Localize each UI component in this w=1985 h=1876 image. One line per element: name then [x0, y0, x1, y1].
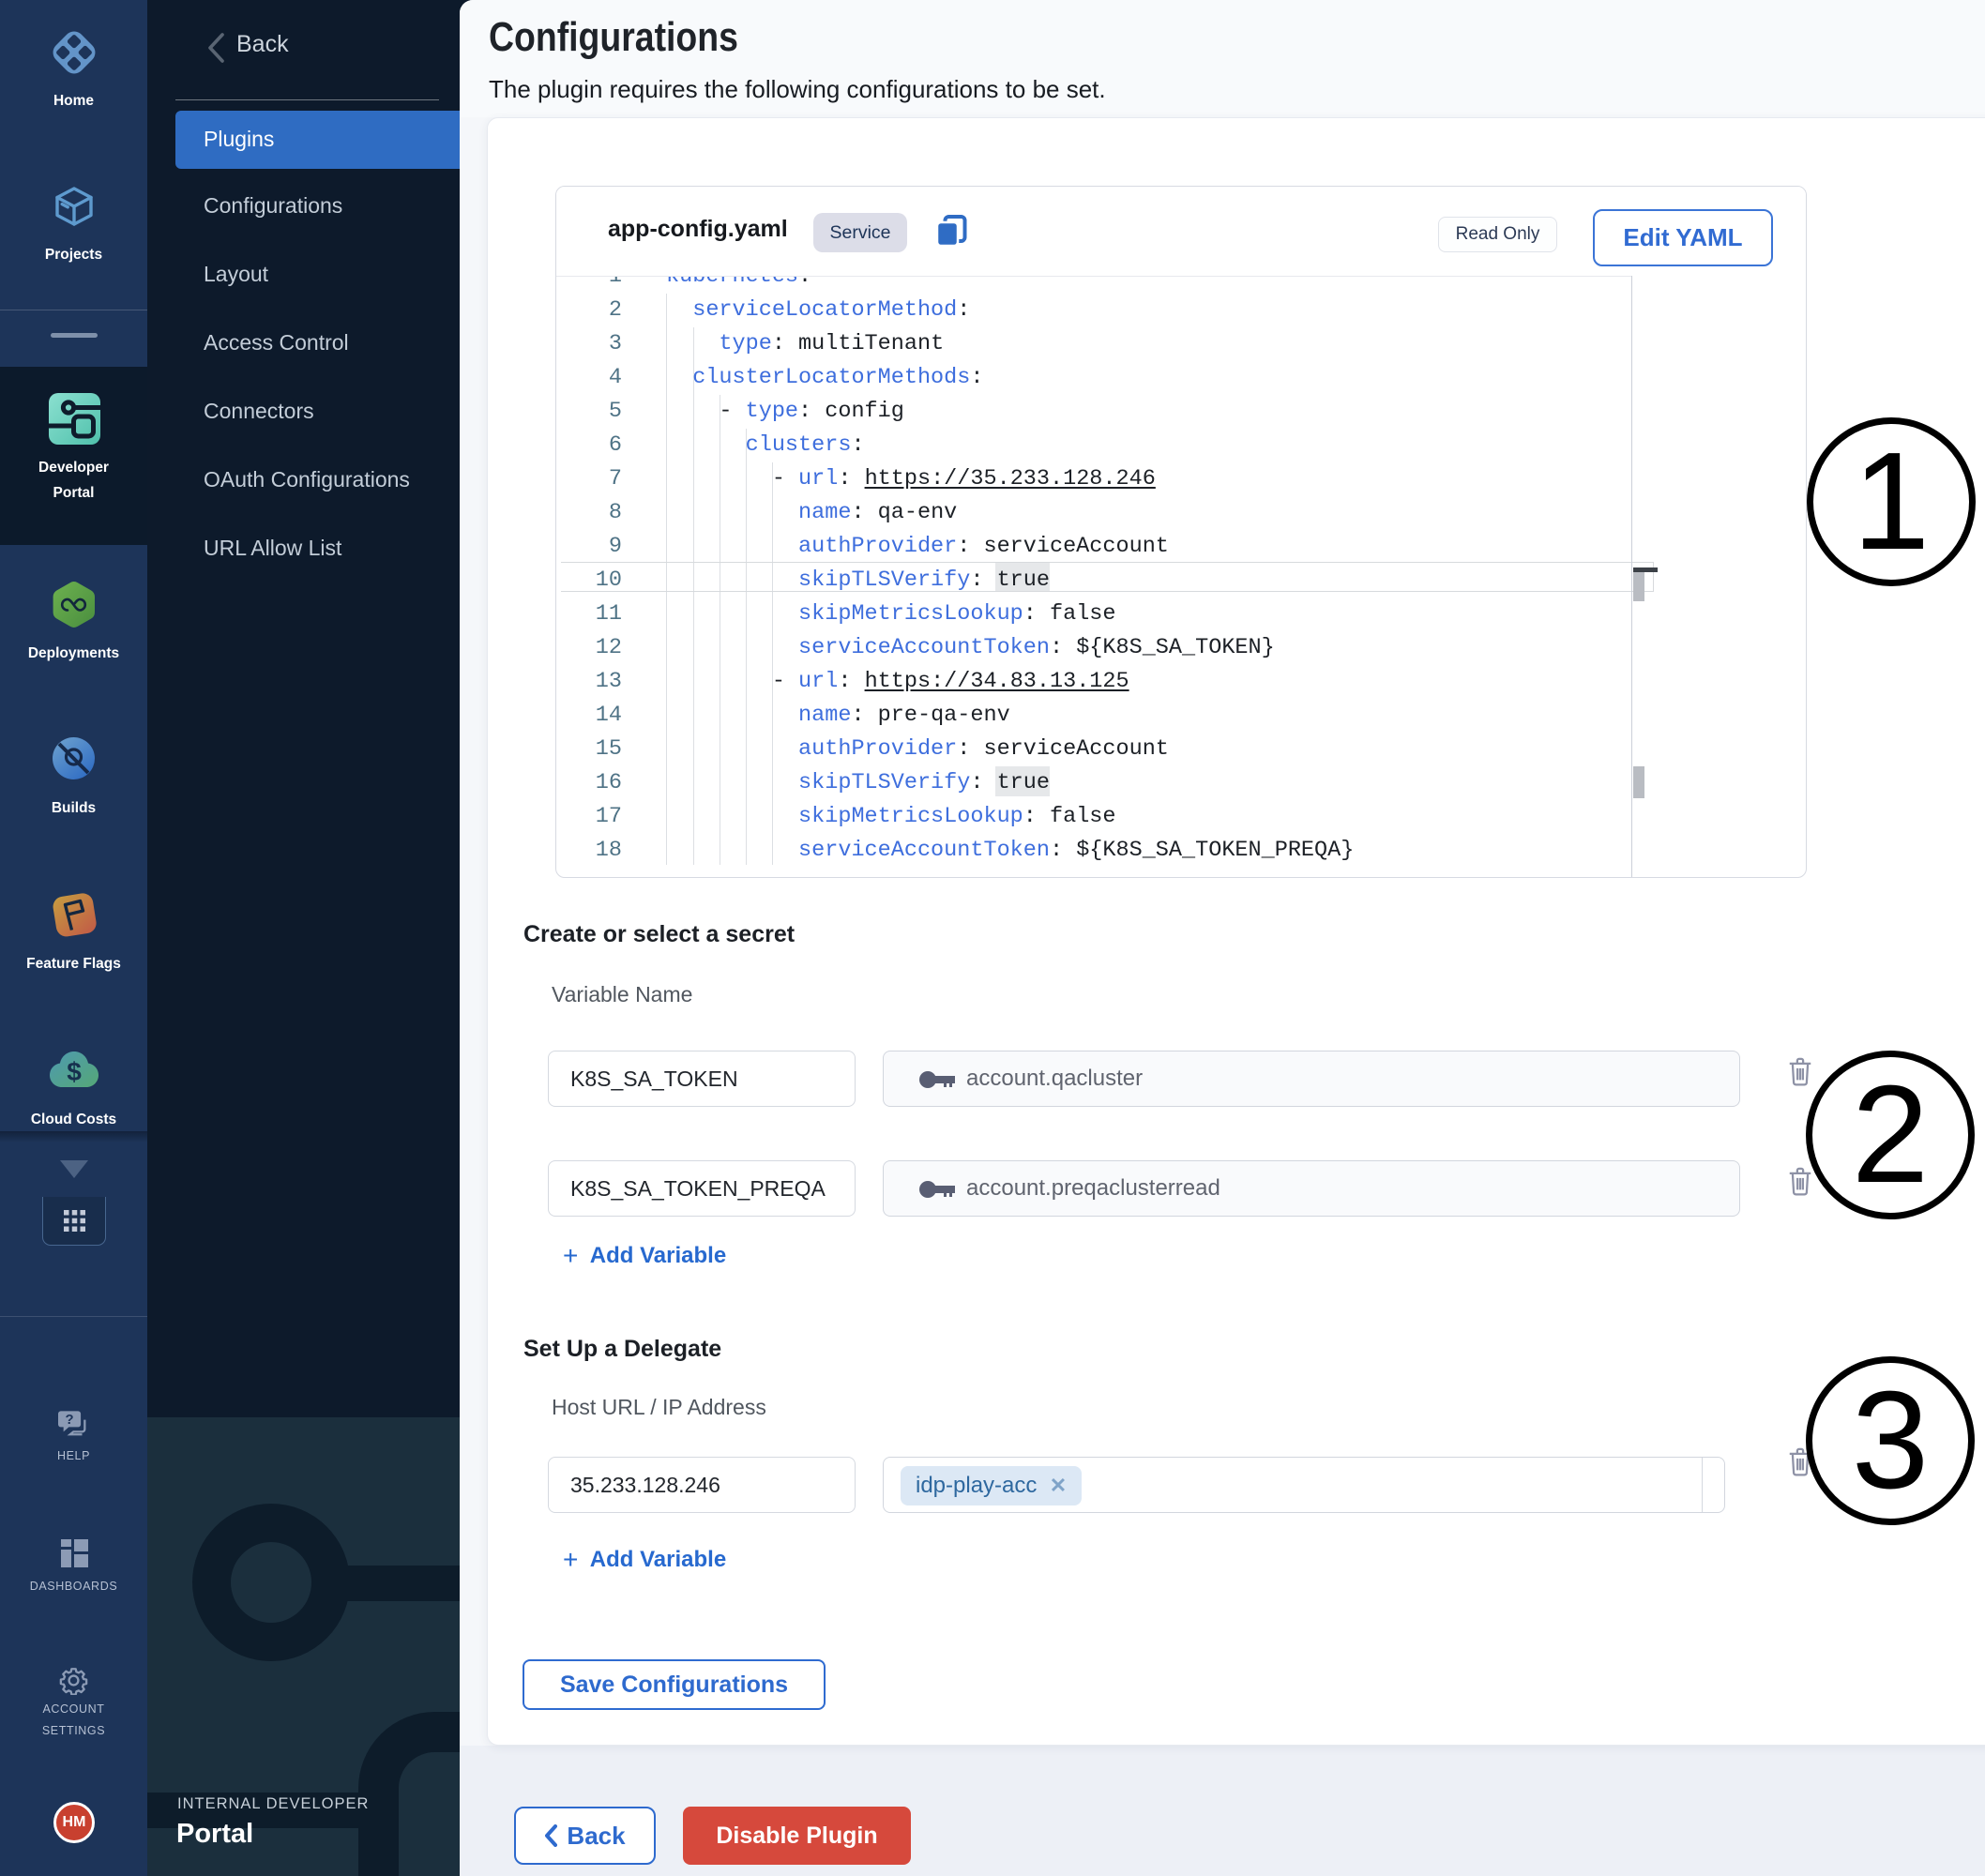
svg-text:?: ?: [66, 1413, 74, 1428]
svg-text:$: $: [67, 1057, 82, 1086]
